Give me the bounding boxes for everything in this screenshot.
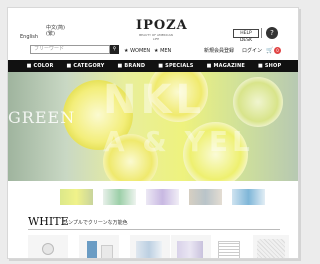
product-image: [87, 241, 97, 258]
category-label: CATEGORY: [73, 63, 105, 69]
logo-tagline: BEAUTY OF AMERICAN LIFE: [139, 33, 173, 41]
locale-link-tw[interactable]: (繁): [46, 31, 65, 37]
section-subtitle: シンプルでクリーンな万能色: [63, 220, 128, 226]
nav-men-label: MEN: [160, 48, 172, 54]
category-label: COLOR: [33, 63, 54, 69]
help-icon[interactable]: ?: [266, 27, 278, 39]
thumbnail-lavender[interactable]: [146, 189, 179, 205]
register-link[interactable]: 新規会員登録: [204, 48, 234, 54]
product-card[interactable]: [130, 235, 170, 258]
nav-women[interactable]: ★ WOMEN: [124, 48, 150, 54]
login-link[interactable]: ログイン: [242, 48, 262, 54]
section-divider: [28, 229, 280, 230]
product-card[interactable]: [171, 235, 211, 258]
product-card[interactable]: [28, 235, 68, 258]
hero-text-large: NKL: [103, 77, 205, 123]
category-magazine[interactable]: ■ MAGAZINE: [207, 63, 245, 69]
category-label: SPECIALS: [165, 63, 194, 69]
browser-page: English 中文(简) (繁) IPOZA BEAUTY OF AMERIC…: [7, 7, 299, 259]
category-label: SHOP: [264, 63, 282, 69]
lemon-slice-image: [233, 77, 283, 127]
hero-text-second: A & YEL: [103, 125, 254, 158]
locale-links[interactable]: 中文(简) (繁): [46, 25, 65, 37]
product-image: [101, 245, 113, 258]
cart-count-badge: 0: [274, 47, 281, 54]
product-image: [257, 239, 285, 258]
category-category[interactable]: ■ CATEGORY: [67, 63, 105, 69]
nav-women-label: WOMEN: [130, 48, 151, 54]
header-divider: [261, 28, 262, 38]
product-image: [177, 241, 203, 258]
thumbnail-green[interactable]: [103, 189, 136, 205]
site-header: English 中文(简) (繁) IPOZA BEAUTY OF AMERIC…: [8, 8, 298, 59]
product-card[interactable]: [79, 235, 119, 258]
search-icon[interactable]: ⚲: [110, 45, 119, 54]
help-desk-button[interactable]: HELP DESK: [233, 29, 259, 43]
category-nav: ■ COLOR ■ CATEGORY ■ BRAND ■ SPECIALS ■ …: [8, 60, 298, 72]
category-shop[interactable]: ■ SHOP: [258, 63, 281, 69]
category-label: MAGAZINE: [213, 63, 245, 69]
category-label: BRAND: [124, 63, 146, 69]
banner-thumbnails: [60, 189, 265, 205]
site-logo[interactable]: IPOZA BEAUTY OF AMERICAN LIFE: [136, 18, 188, 41]
hero-banner[interactable]: GREEN NKL A & YEL: [8, 72, 298, 181]
product-image: [218, 241, 240, 258]
product-image: [136, 241, 162, 258]
nav-men[interactable]: ★ MEN: [154, 48, 171, 54]
thumbnail-lemon[interactable]: [60, 189, 93, 205]
product-card[interactable]: [212, 235, 252, 258]
cart-icon[interactable]: 🛒: [266, 47, 273, 54]
search-input[interactable]: フリーワード: [30, 45, 110, 54]
category-specials[interactable]: ■ SPECIALS: [158, 63, 193, 69]
thumbnail-beige[interactable]: [189, 189, 222, 205]
hero-text-green: GREEN: [8, 108, 76, 127]
category-color[interactable]: ■ COLOR: [27, 63, 54, 69]
product-card[interactable]: [253, 235, 289, 258]
thumbnail-blue[interactable]: [232, 189, 265, 205]
product-image: [42, 243, 54, 255]
language-selector[interactable]: English: [20, 34, 38, 40]
category-brand[interactable]: ■ BRAND: [118, 63, 146, 69]
logo-text: IPOZA: [136, 18, 188, 33]
